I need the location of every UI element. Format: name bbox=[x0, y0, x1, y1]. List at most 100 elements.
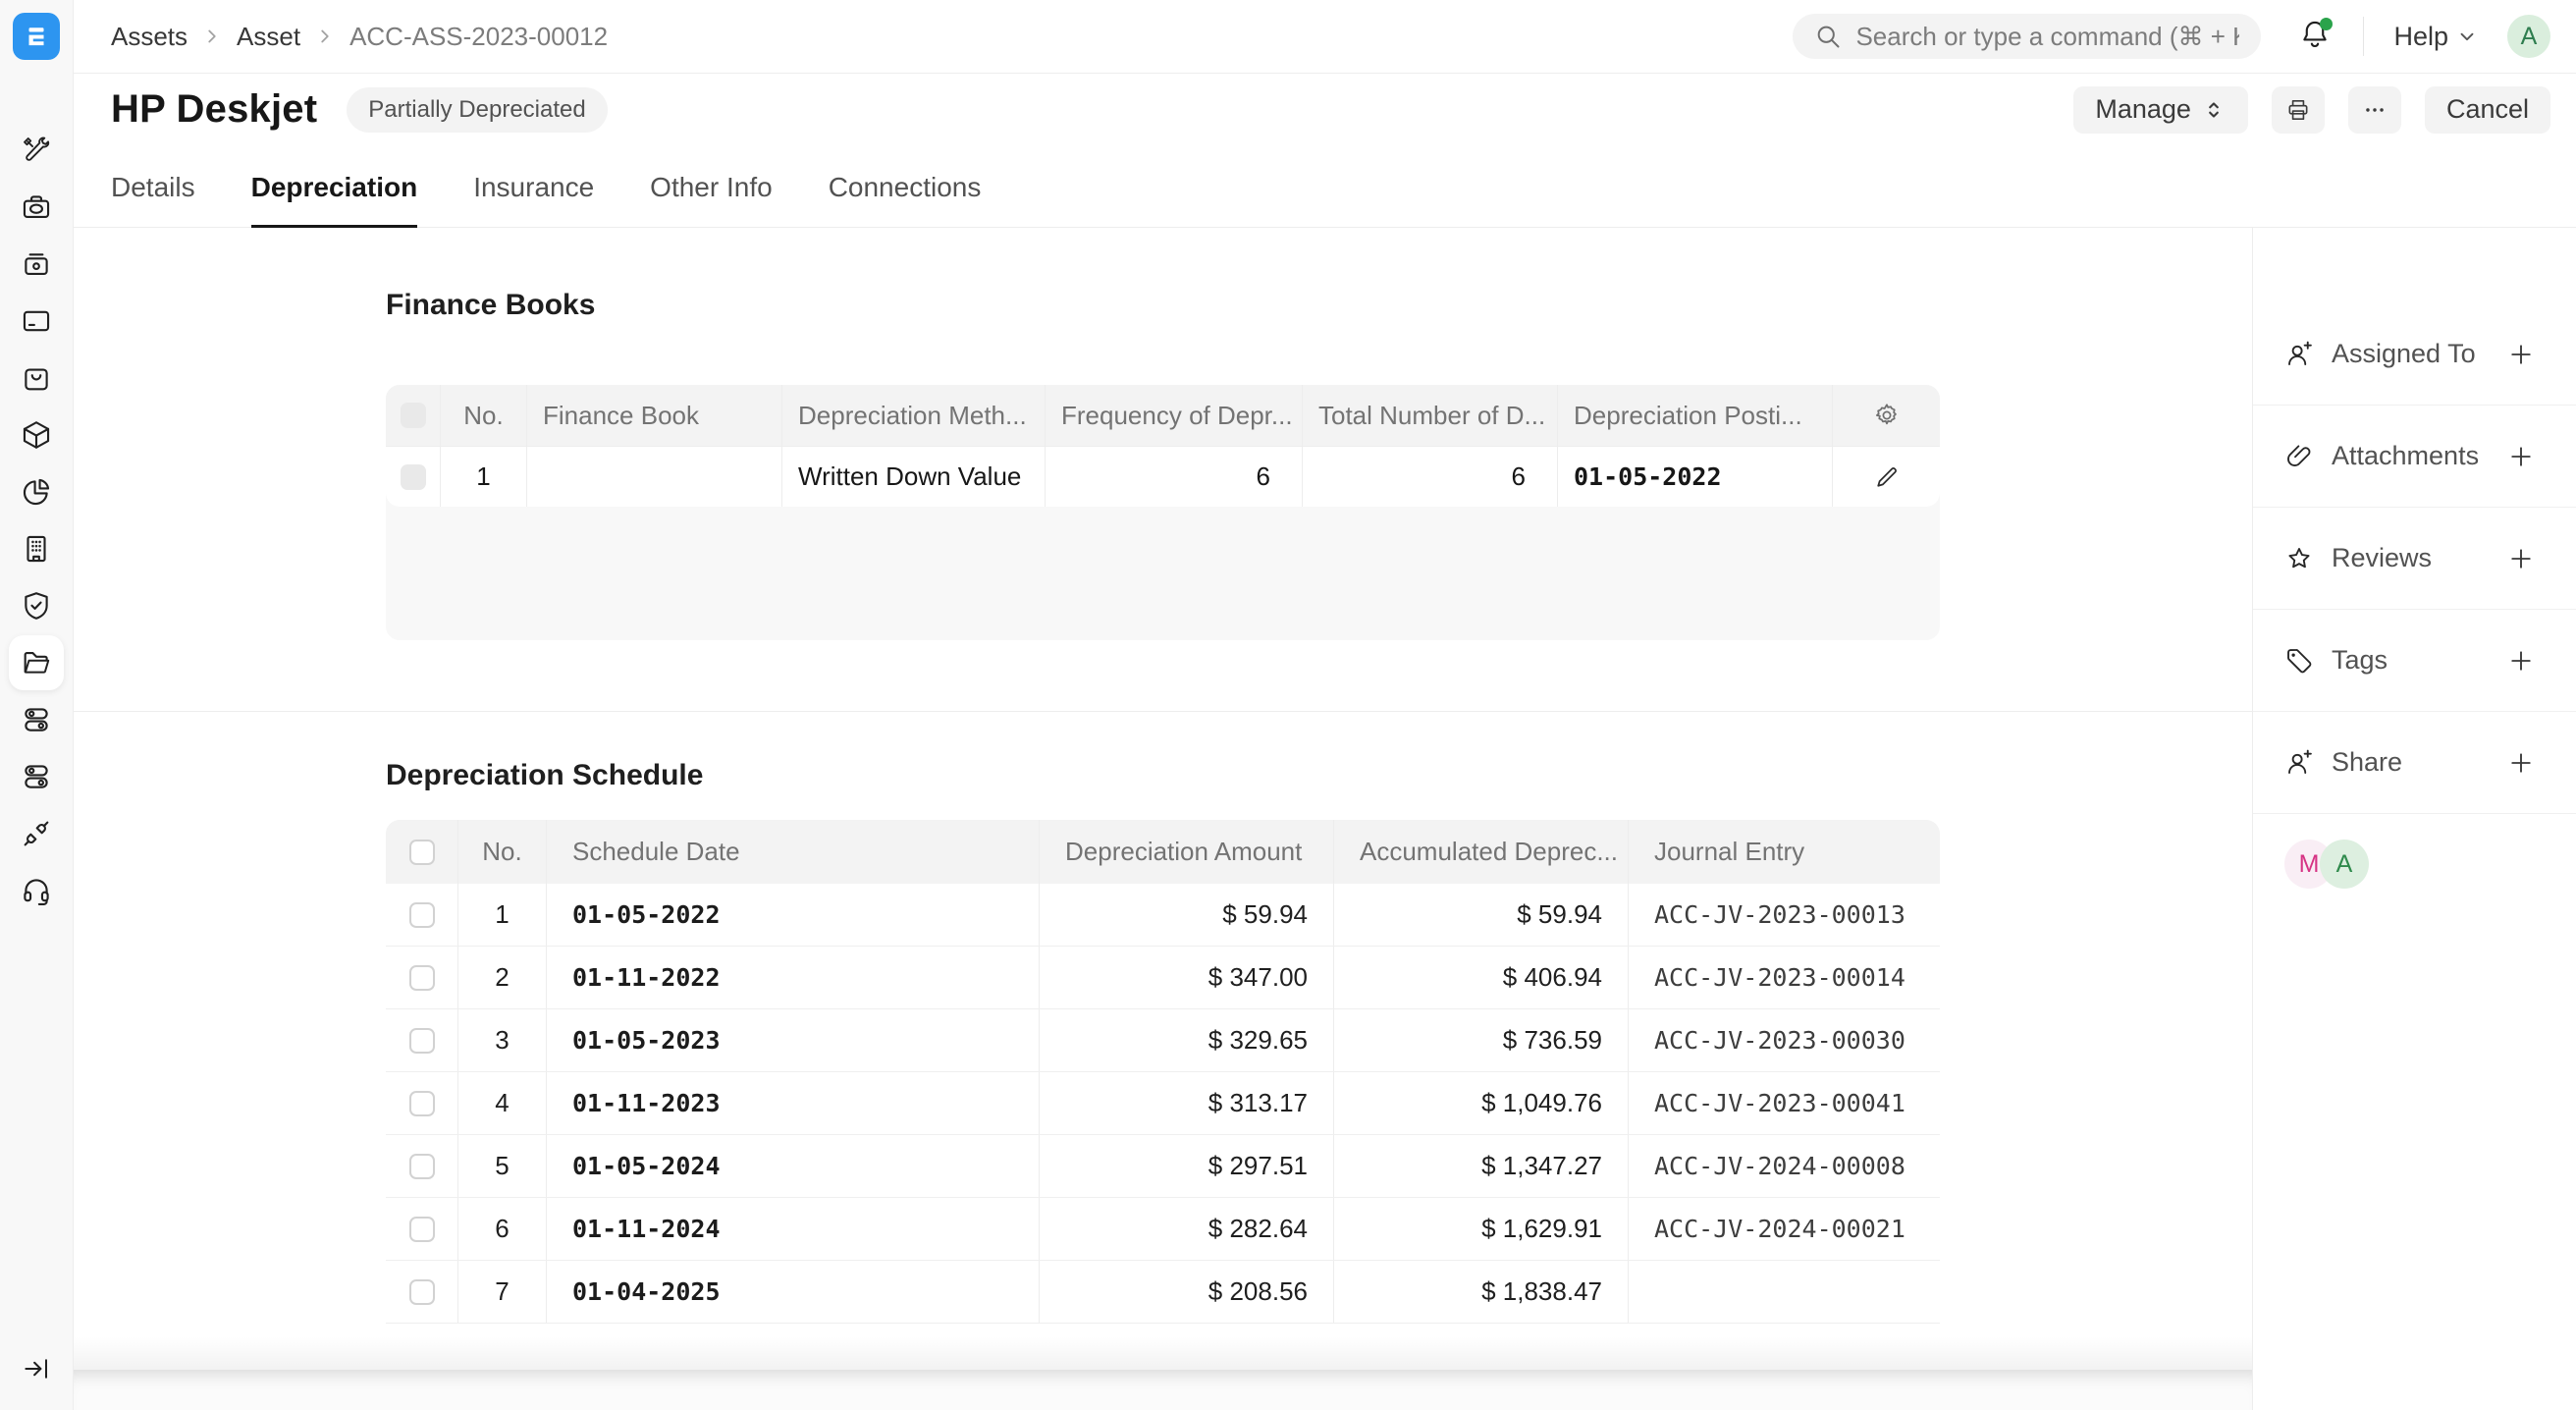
pencil-icon bbox=[1873, 463, 1901, 491]
manage-button[interactable]: Manage bbox=[2073, 86, 2248, 134]
print-button[interactable] bbox=[2272, 86, 2325, 134]
schedule-row[interactable]: 4 01-11-2023 $ 313.17 $ 1,049.76 ACC-JV-… bbox=[386, 1072, 1940, 1135]
global-search[interactable] bbox=[1793, 14, 2261, 59]
cell-journal-entry[interactable]: ACC-JV-2024-00021 bbox=[1628, 1198, 1940, 1260]
cancel-button[interactable]: Cancel bbox=[2425, 86, 2550, 134]
expand-sidebar-icon[interactable] bbox=[22, 1354, 51, 1388]
tab-connections[interactable]: Connections bbox=[829, 172, 982, 228]
add-assignment-button[interactable] bbox=[2507, 341, 2535, 368]
row-checkbox[interactable] bbox=[409, 1154, 435, 1179]
row-checkbox[interactable] bbox=[409, 965, 435, 991]
cell-posting-date[interactable]: 01-05-2022 bbox=[1557, 447, 1832, 507]
cell-accumulated[interactable]: $ 406.94 bbox=[1333, 947, 1628, 1008]
breadcrumb: Assets Asset ACC-ASS-2023-00012 bbox=[111, 22, 608, 52]
package-icon[interactable] bbox=[9, 407, 64, 462]
cell-schedule-date[interactable]: 01-04-2025 bbox=[546, 1261, 1039, 1323]
cell-journal-entry[interactable]: ACC-JV-2023-00013 bbox=[1628, 884, 1940, 946]
breadcrumb-assets[interactable]: Assets bbox=[111, 22, 188, 52]
col-total-number: Total Number of D... bbox=[1302, 385, 1557, 446]
schedule-row[interactable]: 1 01-05-2022 $ 59.94 $ 59.94 ACC-JV-2023… bbox=[386, 884, 1940, 947]
schedule-row[interactable]: 2 01-11-2022 $ 347.00 $ 406.94 ACC-JV-20… bbox=[386, 947, 1940, 1009]
cell-journal-entry[interactable]: ACC-JV-2023-00014 bbox=[1628, 947, 1940, 1008]
add-share-button[interactable] bbox=[2507, 749, 2535, 777]
cell-accumulated[interactable]: $ 1,347.27 bbox=[1333, 1135, 1628, 1197]
schedule-row[interactable]: 7 01-04-2025 $ 208.56 $ 1,838.47 bbox=[386, 1261, 1940, 1324]
cell-total-number[interactable]: 6 bbox=[1302, 447, 1557, 507]
cell-amount[interactable]: $ 313.17 bbox=[1039, 1072, 1333, 1134]
breadcrumb-asset[interactable]: Asset bbox=[237, 22, 300, 52]
cell-accumulated[interactable]: $ 59.94 bbox=[1333, 884, 1628, 946]
row-checkbox[interactable] bbox=[409, 1091, 435, 1116]
gear-icon bbox=[1873, 402, 1901, 429]
select-all-checkbox[interactable] bbox=[401, 403, 426, 428]
plug-connection-icon[interactable] bbox=[9, 806, 64, 861]
cell-journal-entry[interactable]: ACC-JV-2023-00030 bbox=[1628, 1009, 1940, 1071]
cell-schedule-date[interactable]: 01-05-2023 bbox=[546, 1009, 1039, 1071]
tab-insurance[interactable]: Insurance bbox=[473, 172, 594, 228]
add-tag-button[interactable] bbox=[2507, 647, 2535, 675]
cell-schedule-date[interactable]: 01-05-2024 bbox=[546, 1135, 1039, 1197]
row-checkbox[interactable] bbox=[409, 1028, 435, 1054]
cell-amount[interactable]: $ 347.00 bbox=[1039, 947, 1333, 1008]
cash-register-icon[interactable] bbox=[9, 180, 64, 235]
row-checkbox[interactable] bbox=[409, 902, 435, 928]
erpnext-logo-icon[interactable] bbox=[13, 13, 60, 60]
shopping-bag-icon[interactable] bbox=[9, 351, 64, 406]
search-input[interactable] bbox=[1855, 22, 2239, 52]
shield-check-icon[interactable] bbox=[9, 578, 64, 633]
pie-chart-icon[interactable] bbox=[9, 464, 64, 519]
schedule-row[interactable]: 5 01-05-2024 $ 297.51 $ 1,347.27 ACC-JV-… bbox=[386, 1135, 1940, 1198]
cell-journal-entry[interactable]: ACC-JV-2024-00008 bbox=[1628, 1135, 1940, 1197]
cell-accumulated[interactable]: $ 736.59 bbox=[1333, 1009, 1628, 1071]
cell-accumulated[interactable]: $ 1,049.76 bbox=[1333, 1072, 1628, 1134]
row-checkbox[interactable] bbox=[409, 1217, 435, 1242]
tools-icon[interactable] bbox=[9, 123, 64, 178]
building-icon[interactable] bbox=[9, 521, 64, 576]
user-avatar[interactable]: A bbox=[2507, 15, 2550, 58]
tab-details[interactable]: Details bbox=[111, 172, 195, 228]
cell-frequency[interactable]: 6 bbox=[1045, 447, 1302, 507]
avatar-a[interactable]: A bbox=[2320, 840, 2369, 889]
cell-schedule-date[interactable]: 01-11-2023 bbox=[546, 1072, 1039, 1134]
cell-accumulated[interactable]: $ 1,838.47 bbox=[1333, 1261, 1628, 1323]
table-settings-button[interactable] bbox=[1833, 402, 1940, 429]
cell-journal-entry[interactable] bbox=[1628, 1261, 1940, 1323]
add-review-button[interactable] bbox=[2507, 545, 2535, 572]
cell-schedule-date[interactable]: 01-11-2024 bbox=[546, 1198, 1039, 1260]
cell-amount[interactable]: $ 208.56 bbox=[1039, 1261, 1333, 1323]
reviews-label: Reviews bbox=[2332, 543, 2432, 573]
cell-amount[interactable]: $ 282.64 bbox=[1039, 1198, 1333, 1260]
credit-card-icon[interactable] bbox=[9, 294, 64, 349]
toggles-icon-2[interactable] bbox=[9, 749, 64, 804]
cell-amount[interactable]: $ 297.51 bbox=[1039, 1135, 1333, 1197]
help-label: Help bbox=[2393, 22, 2448, 52]
more-options-button[interactable] bbox=[2348, 86, 2401, 134]
help-menu[interactable]: Help bbox=[2393, 22, 2478, 52]
cell-amount[interactable]: $ 59.94 bbox=[1039, 884, 1333, 946]
finance-books-row-1[interactable]: 1 Written Down Value 6 6 01-05-2022 bbox=[386, 446, 1940, 507]
cell-schedule-date[interactable]: 01-11-2022 bbox=[546, 947, 1039, 1008]
header-actions: Manage Cancel bbox=[2073, 86, 2550, 134]
edit-row-button[interactable] bbox=[1833, 463, 1940, 491]
folder-icon-assets-active[interactable] bbox=[9, 635, 64, 690]
cell-journal-entry[interactable]: ACC-JV-2023-00041 bbox=[1628, 1072, 1940, 1134]
schedule-row[interactable]: 3 01-05-2023 $ 329.65 $ 736.59 ACC-JV-20… bbox=[386, 1009, 1940, 1072]
deposit-box-icon[interactable] bbox=[9, 237, 64, 292]
headset-icon[interactable] bbox=[9, 863, 64, 918]
cell-accumulated[interactable]: $ 1,629.91 bbox=[1333, 1198, 1628, 1260]
schedule-row[interactable]: 6 01-11-2024 $ 282.64 $ 1,629.91 ACC-JV-… bbox=[386, 1198, 1940, 1261]
cell-schedule-date[interactable]: 01-05-2022 bbox=[546, 884, 1039, 946]
tab-depreciation[interactable]: Depreciation bbox=[251, 172, 418, 228]
tab-other-info[interactable]: Other Info bbox=[650, 172, 773, 228]
cell-finance-book[interactable] bbox=[526, 447, 781, 507]
scroll-content[interactable]: Finance Books No. Finance Book Depreciat… bbox=[74, 228, 2252, 1370]
notifications-bell-icon[interactable] bbox=[2298, 18, 2332, 56]
add-attachment-button[interactable] bbox=[2507, 443, 2535, 470]
toggles-icon[interactable] bbox=[9, 692, 64, 747]
cell-depreciation-method[interactable]: Written Down Value bbox=[781, 447, 1045, 507]
cell-no: 3 bbox=[457, 1009, 546, 1071]
row-checkbox[interactable] bbox=[401, 464, 426, 490]
row-checkbox[interactable] bbox=[409, 1279, 435, 1305]
cell-amount[interactable]: $ 329.65 bbox=[1039, 1009, 1333, 1071]
select-all-checkbox[interactable] bbox=[409, 840, 435, 865]
